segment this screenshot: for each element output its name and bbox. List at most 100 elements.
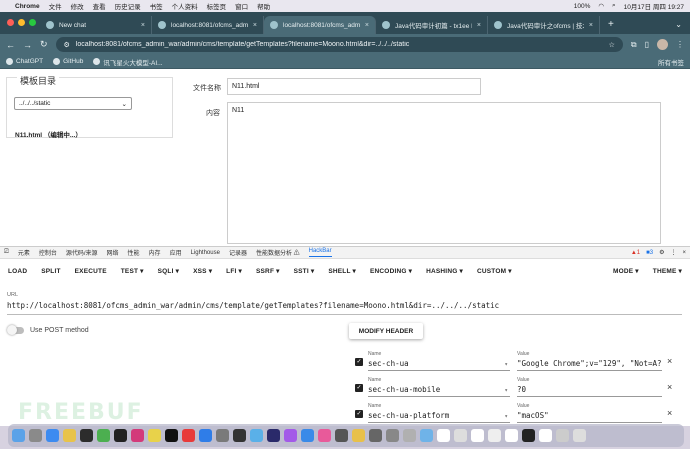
modify-header-button[interactable]: MODIFY HEADER (349, 323, 423, 339)
hackbar-lfi-menu[interactable]: LFI ▾ (226, 267, 242, 275)
menubar-item-bookmarks[interactable]: 书签 (150, 1, 163, 11)
tab-performance-insights[interactable]: 性能数据分析 ⚠ (256, 248, 300, 257)
reload-icon[interactable]: ↻ (40, 39, 48, 50)
extensions-icon[interactable]: ⧉ (631, 40, 637, 50)
app-yellow-icon[interactable] (352, 429, 365, 442)
hackbar-custom-menu[interactable]: CUSTOM ▾ (477, 267, 512, 275)
close-tab-icon[interactable]: × (253, 22, 257, 29)
devtools-more-icon[interactable]: ⋮ (670, 249, 676, 256)
browser-tab[interactable]: Java代码审计初篇 - tx1ee blog × (376, 16, 488, 34)
remove-header-icon[interactable]: × (667, 356, 672, 366)
forward-icon[interactable]: → (23, 40, 32, 50)
address-bar-url[interactable]: localhost:8081/ofcms_admin_war/admin/cms… (76, 41, 603, 48)
more-menu-icon[interactable]: ⋮ (676, 40, 684, 49)
post-method-toggle[interactable] (7, 325, 24, 335)
tab-elements[interactable]: 元素 (18, 248, 30, 257)
tab-recorder[interactable]: 记录器 (229, 248, 247, 257)
app-purple-icon[interactable] (284, 429, 297, 442)
wechat-icon[interactable] (97, 429, 110, 442)
window-thumb-icon[interactable] (420, 429, 433, 442)
content-editor[interactable]: N11 (227, 102, 661, 244)
wifi-icon[interactable]: ◠ (598, 2, 604, 10)
profile-avatar[interactable] (657, 39, 668, 50)
hackbar-ssti-menu[interactable]: SSTI ▾ (294, 267, 315, 275)
header-enabled-checkbox[interactable]: ✓ (355, 384, 363, 392)
menubar-item-window[interactable]: 窗口 (235, 1, 248, 11)
trash-icon[interactable] (573, 429, 586, 442)
safari-icon[interactable] (46, 429, 59, 442)
menubar-item-history[interactable]: 历史记录 (115, 1, 141, 11)
header-enabled-checkbox[interactable]: ✓ (355, 410, 363, 418)
site-info-icon[interactable]: ⚙ (64, 41, 70, 49)
window-thumb-icon[interactable] (539, 429, 552, 442)
header-value-input[interactable]: "macOS" (517, 411, 662, 423)
menubar-item-tabs[interactable]: 标签页 (207, 1, 227, 11)
app-red-icon[interactable] (182, 429, 195, 442)
tab-hackbar[interactable]: HackBar (308, 248, 332, 257)
hackbar-load-button[interactable]: LOAD (8, 268, 27, 275)
hackbar-encoding-menu[interactable]: ENCODING ▾ (370, 267, 412, 275)
idea-icon[interactable] (165, 429, 178, 442)
hackbar-mode-menu[interactable]: MODE ▾ (613, 267, 639, 275)
address-bar[interactable]: ⚙ localhost:8081/ofcms_admin_war/admin/c… (55, 37, 623, 52)
close-tab-icon[interactable]: × (141, 22, 145, 29)
directory-select[interactable]: ../../../static ⌄ (14, 97, 132, 110)
close-window-icon[interactable] (7, 19, 14, 26)
tab-sources[interactable]: 源代码/来源 (66, 248, 98, 257)
tab-application[interactable]: 应用 (170, 248, 182, 257)
preview-icon[interactable] (403, 429, 416, 442)
window-thumb-icon[interactable] (556, 429, 569, 442)
remove-header-icon[interactable]: × (667, 382, 672, 392)
terminal-icon[interactable] (114, 429, 127, 442)
template-file-item[interactable]: N11.html （编辑中...） (15, 129, 82, 139)
search-icon[interactable]: ⌕ (612, 2, 616, 10)
header-value-input[interactable]: "Google Chrome";v="129", "Not=A? (517, 359, 662, 371)
close-tab-icon[interactable]: × (589, 22, 593, 29)
header-value-input[interactable]: ?0 (517, 385, 662, 397)
notes-icon[interactable] (148, 429, 161, 442)
menubar-item-profile[interactable]: 个人资料 (172, 1, 198, 11)
tab-search-icon[interactable]: ⌄ (675, 20, 682, 29)
app-gray-icon[interactable] (335, 429, 348, 442)
launchpad-icon[interactable] (29, 429, 42, 442)
new-tab-icon[interactable]: + (608, 19, 614, 30)
window-thumb-icon[interactable] (505, 429, 518, 442)
menubar-app-name[interactable]: Chrome (15, 3, 40, 10)
bookmark-github[interactable]: GitHub (53, 58, 83, 65)
app-doc2-icon[interactable] (386, 429, 399, 442)
header-enabled-checkbox[interactable]: ✓ (355, 358, 363, 366)
window-thumb-icon[interactable] (437, 429, 450, 442)
browser-tab-active[interactable]: localhost:8081/ofcms_admin × (264, 16, 376, 34)
hackbar-theme-menu[interactable]: THEME ▾ (653, 267, 682, 275)
hackbar-ssrf-menu[interactable]: SSRF ▾ (256, 267, 280, 275)
menubar-item-view[interactable]: 查看 (93, 1, 106, 11)
hackbar-execute-button[interactable]: EXECUTE (75, 268, 107, 275)
menubar-item-edit[interactable]: 修改 (71, 1, 84, 11)
menubar-datetime[interactable]: 10月17日 周四 19:27 (624, 1, 684, 11)
header-name-select[interactable]: sec-ch-ua ▾ (368, 359, 510, 371)
hackbar-xss-menu[interactable]: XSS ▾ (193, 267, 212, 275)
tab-lighthouse[interactable]: Lighthouse (191, 250, 220, 256)
devtools-dock-icon[interactable]: ⎚ (4, 249, 9, 256)
activity-icon[interactable] (233, 429, 246, 442)
sidepanel-icon[interactable]: ▯ (645, 40, 649, 49)
browser-tab[interactable]: New chat × (40, 16, 152, 34)
tab-performance[interactable]: 性能 (128, 248, 140, 257)
window-thumb-icon[interactable] (454, 429, 467, 442)
header-name-select[interactable]: sec-ch-ua-platform ▾ (368, 411, 510, 423)
hackbar-test-menu[interactable]: TEST ▾ (121, 267, 144, 275)
url-field[interactable]: http://localhost:8081/ofcms_admin_war/ad… (7, 301, 499, 310)
browser-tab[interactable]: Java代码审计之ofcms | 技术… × (488, 16, 600, 34)
hackbar-sqli-menu[interactable]: SQLI ▾ (158, 267, 179, 275)
app-blue-icon[interactable] (250, 429, 263, 442)
app-doc-icon[interactable] (369, 429, 382, 442)
remove-header-icon[interactable]: × (667, 408, 672, 418)
maximize-window-icon[interactable] (29, 19, 36, 26)
qq-icon[interactable] (80, 429, 93, 442)
bookmark-chatgpt[interactable]: ChatGPT (6, 58, 43, 65)
all-bookmarks[interactable]: 所有书签 (658, 57, 684, 67)
browser-tab[interactable]: localhost:8081/ofcms_admin × (152, 16, 264, 34)
appstore-icon[interactable] (301, 429, 314, 442)
close-tab-icon[interactable]: × (477, 22, 481, 29)
window-thumb-icon[interactable] (488, 429, 501, 442)
